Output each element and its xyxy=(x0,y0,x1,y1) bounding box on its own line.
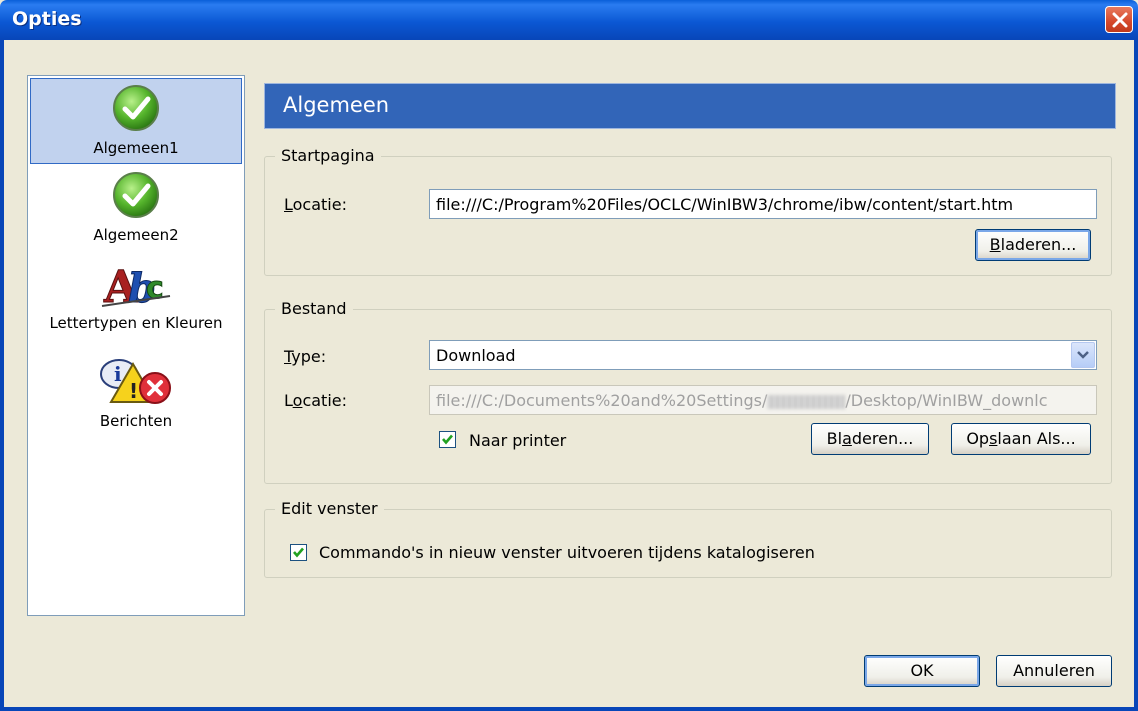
naar-printer-label[interactable]: Naar printer xyxy=(469,431,566,450)
close-button[interactable] xyxy=(1105,6,1133,33)
category-label: Lettertypen en Kleuren xyxy=(49,314,223,332)
window-frame-right xyxy=(1134,40,1138,711)
info-warning-error-icon: i ! xyxy=(100,359,171,404)
category-algemeen2[interactable]: Algemeen2 xyxy=(30,166,242,252)
category-berichten[interactable]: i ! Berichten xyxy=(30,352,242,438)
group-legend: Bestand xyxy=(275,299,353,318)
bestand-group: Bestand Type: Download Locatie: file:///… xyxy=(264,299,1112,484)
category-label: Algemeen1 xyxy=(93,139,179,157)
check-circle-icon xyxy=(113,85,159,131)
category-lettertypen-en-kleuren[interactable]: A b c Lettertypen en Kleuren xyxy=(30,254,242,340)
startpagina-group: Startpagina Locatie: file:///C:/Program%… xyxy=(264,146,1112,276)
bestand-type-label: Type: xyxy=(284,347,327,366)
window-frame-left xyxy=(0,40,4,711)
startpagina-location-label-rest: ocatie: xyxy=(292,195,347,214)
startpagina-browse-button[interactable]: Bladeren... xyxy=(975,229,1091,261)
group-legend: Edit venster xyxy=(275,499,384,518)
bestand-location-label: Locatie: xyxy=(284,391,347,410)
dropdown-arrow[interactable] xyxy=(1071,342,1095,368)
checkmark-icon xyxy=(442,434,453,445)
window-frame-bottom xyxy=(0,707,1138,711)
bestand-location-suffix: /Desktop/WinIBW_downlc xyxy=(845,391,1048,410)
bestand-type-value: Download xyxy=(436,346,516,365)
group-legend: Startpagina xyxy=(275,146,381,165)
category-label: Berichten xyxy=(99,412,173,430)
category-algemeen1[interactable]: Algemeen1 xyxy=(30,78,242,164)
pane-header: Algemeen xyxy=(264,83,1116,129)
svg-text:!: ! xyxy=(129,379,138,403)
bestand-type-select[interactable]: Download xyxy=(429,340,1097,370)
opslaan-als-button[interactable]: Opslaan Als... xyxy=(951,423,1091,455)
bestand-browse-button[interactable]: Bladeren... xyxy=(811,423,929,455)
window-title: Opties xyxy=(12,8,82,30)
bestand-location-prefix: file:///C:/Documents%20and%20Settings/ xyxy=(436,391,768,410)
bestand-location-input: file:///C:/Documents%20and%20Settings/ /D… xyxy=(429,385,1097,415)
annuleren-button[interactable]: Annuleren xyxy=(996,655,1112,687)
commando-venster-label[interactable]: Commando's in nieuw venster uitvoeren ti… xyxy=(319,543,815,562)
ok-button[interactable]: OK xyxy=(864,655,980,687)
checkmark-icon xyxy=(293,547,304,558)
commando-venster-checkbox[interactable] xyxy=(290,544,307,561)
svg-text:c: c xyxy=(146,271,164,306)
chevron-down-icon xyxy=(1077,351,1089,359)
category-list[interactable]: Algemeen1 Algemeen2 A b c Lettertypen en… xyxy=(27,75,245,616)
title-bar[interactable]: Opties xyxy=(0,0,1138,40)
close-icon xyxy=(1112,12,1128,28)
edit-venster-group: Edit venster Commando's in nieuw venster… xyxy=(264,499,1112,578)
redacted-username xyxy=(767,394,846,409)
startpagina-location-label: Locatie: xyxy=(284,195,347,214)
startpagina-location-input[interactable]: file:///C:/Program%20Files/OCLC/WinIBW3/… xyxy=(429,189,1097,219)
check-circle-icon xyxy=(113,172,159,218)
svg-text:i: i xyxy=(114,362,122,386)
category-label: Algemeen2 xyxy=(93,226,179,244)
pane-title: Algemeen xyxy=(283,93,390,117)
naar-printer-checkbox[interactable] xyxy=(439,431,456,448)
abc-fonts-icon: A b c xyxy=(101,262,171,310)
